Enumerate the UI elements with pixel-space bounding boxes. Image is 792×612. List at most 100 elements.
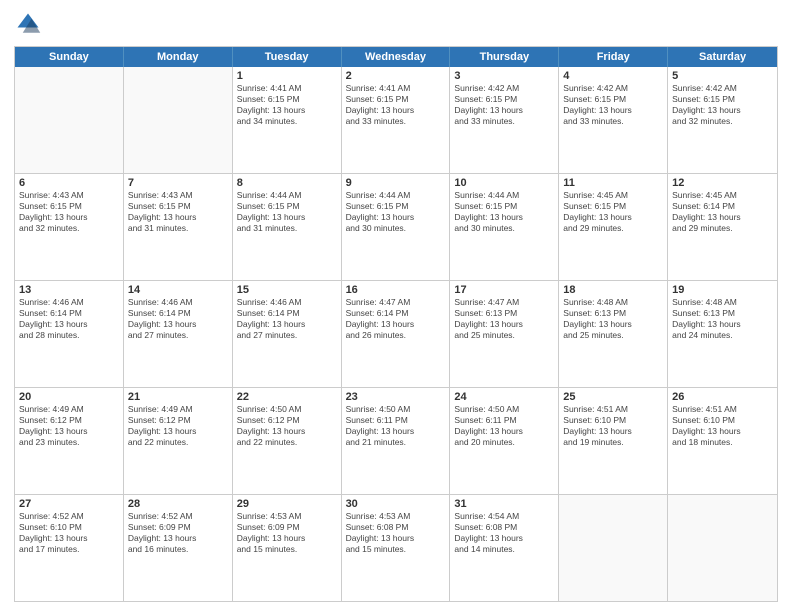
cell-info: Sunrise: 4:42 AM Sunset: 6:15 PM Dayligh… <box>672 83 773 127</box>
calendar-cell: 23Sunrise: 4:50 AM Sunset: 6:11 PM Dayli… <box>342 388 451 494</box>
calendar-cell: 12Sunrise: 4:45 AM Sunset: 6:14 PM Dayli… <box>668 174 777 280</box>
day-number: 19 <box>672 284 773 296</box>
day-number: 27 <box>19 498 119 510</box>
weekday-header-wednesday: Wednesday <box>342 47 451 67</box>
cell-info: Sunrise: 4:51 AM Sunset: 6:10 PM Dayligh… <box>563 404 663 448</box>
weekday-header-monday: Monday <box>124 47 233 67</box>
calendar-cell: 25Sunrise: 4:51 AM Sunset: 6:10 PM Dayli… <box>559 388 668 494</box>
day-number: 22 <box>237 391 337 403</box>
cell-info: Sunrise: 4:43 AM Sunset: 6:15 PM Dayligh… <box>19 190 119 234</box>
day-number: 17 <box>454 284 554 296</box>
calendar-cell: 31Sunrise: 4:54 AM Sunset: 6:08 PM Dayli… <box>450 495 559 601</box>
cell-info: Sunrise: 4:45 AM Sunset: 6:15 PM Dayligh… <box>563 190 663 234</box>
calendar-cell: 27Sunrise: 4:52 AM Sunset: 6:10 PM Dayli… <box>15 495 124 601</box>
cell-info: Sunrise: 4:52 AM Sunset: 6:09 PM Dayligh… <box>128 511 228 555</box>
calendar-cell: 24Sunrise: 4:50 AM Sunset: 6:11 PM Dayli… <box>450 388 559 494</box>
cell-info: Sunrise: 4:50 AM Sunset: 6:11 PM Dayligh… <box>454 404 554 448</box>
calendar-cell <box>15 67 124 173</box>
logo <box>14 10 46 38</box>
calendar-row-1: 1 Sunrise: 4:41 AM Sunset: 6:15 PM Daylig… <box>15 67 777 173</box>
calendar-cell: 4Sunrise: 4:42 AM Sunset: 6:15 PM Daylig… <box>559 67 668 173</box>
day-number: 3 <box>454 70 554 82</box>
cell-info: Sunrise: 4:50 AM Sunset: 6:12 PM Dayligh… <box>237 404 337 448</box>
calendar: SundayMondayTuesdayWednesdayThursdayFrid… <box>14 46 778 602</box>
calendar-cell <box>124 67 233 173</box>
calendar-cell: 9Sunrise: 4:44 AM Sunset: 6:15 PM Daylig… <box>342 174 451 280</box>
calendar-cell: 8Sunrise: 4:44 AM Sunset: 6:15 PM Daylig… <box>233 174 342 280</box>
day-number: 8 <box>237 177 337 189</box>
calendar-cell <box>559 495 668 601</box>
weekday-header-thursday: Thursday <box>450 47 559 67</box>
calendar-row-5: 27Sunrise: 4:52 AM Sunset: 6:10 PM Dayli… <box>15 494 777 601</box>
cell-info: Sunrise: 4:53 AM Sunset: 6:09 PM Dayligh… <box>237 511 337 555</box>
cell-info: Sunrise: 4:44 AM Sunset: 6:15 PM Dayligh… <box>237 190 337 234</box>
calendar-cell: 3Sunrise: 4:42 AM Sunset: 6:15 PM Daylig… <box>450 67 559 173</box>
calendar-cell: 14Sunrise: 4:46 AM Sunset: 6:14 PM Dayli… <box>124 281 233 387</box>
cell-info: Sunrise: 4:53 AM Sunset: 6:08 PM Dayligh… <box>346 511 446 555</box>
cell-info: Sunrise: 4:52 AM Sunset: 6:10 PM Dayligh… <box>19 511 119 555</box>
weekday-header-tuesday: Tuesday <box>233 47 342 67</box>
calendar-cell: 29Sunrise: 4:53 AM Sunset: 6:09 PM Dayli… <box>233 495 342 601</box>
calendar-cell: 10Sunrise: 4:44 AM Sunset: 6:15 PM Dayli… <box>450 174 559 280</box>
calendar-cell: 21Sunrise: 4:49 AM Sunset: 6:12 PM Dayli… <box>124 388 233 494</box>
day-number: 26 <box>672 391 773 403</box>
day-number: 25 <box>563 391 663 403</box>
calendar-cell: 19Sunrise: 4:48 AM Sunset: 6:13 PM Dayli… <box>668 281 777 387</box>
calendar-cell: 16Sunrise: 4:47 AM Sunset: 6:14 PM Dayli… <box>342 281 451 387</box>
header <box>14 10 778 38</box>
calendar-row-3: 13Sunrise: 4:46 AM Sunset: 6:14 PM Dayli… <box>15 280 777 387</box>
calendar-cell: 26Sunrise: 4:51 AM Sunset: 6:10 PM Dayli… <box>668 388 777 494</box>
day-number: 2 <box>346 70 446 82</box>
day-number: 12 <box>672 177 773 189</box>
day-number: 15 <box>237 284 337 296</box>
cell-info: Sunrise: 4:46 AM Sunset: 6:14 PM Dayligh… <box>19 297 119 341</box>
cell-info: Sunrise: 4:45 AM Sunset: 6:14 PM Dayligh… <box>672 190 773 234</box>
cell-info: Sunrise: 4:41 AM Sunset: 6:15 PM Dayligh… <box>346 83 446 127</box>
cell-info: Sunrise: 4:44 AM Sunset: 6:15 PM Dayligh… <box>454 190 554 234</box>
day-number: 18 <box>563 284 663 296</box>
cell-info: Sunrise: 4:47 AM Sunset: 6:13 PM Dayligh… <box>454 297 554 341</box>
weekday-header-sunday: Sunday <box>15 47 124 67</box>
day-number: 21 <box>128 391 228 403</box>
day-number: 9 <box>346 177 446 189</box>
day-number: 30 <box>346 498 446 510</box>
calendar-cell: 1Sunrise: 4:41 AM Sunset: 6:15 PM Daylig… <box>233 67 342 173</box>
cell-info: Sunrise: 4:46 AM Sunset: 6:14 PM Dayligh… <box>237 297 337 341</box>
cell-info: Sunrise: 4:54 AM Sunset: 6:08 PM Dayligh… <box>454 511 554 555</box>
calendar-cell: 15Sunrise: 4:46 AM Sunset: 6:14 PM Dayli… <box>233 281 342 387</box>
calendar-cell: 18Sunrise: 4:48 AM Sunset: 6:13 PM Dayli… <box>559 281 668 387</box>
calendar-cell: 2Sunrise: 4:41 AM Sunset: 6:15 PM Daylig… <box>342 67 451 173</box>
cell-info: Sunrise: 4:46 AM Sunset: 6:14 PM Dayligh… <box>128 297 228 341</box>
cell-info: Sunrise: 4:48 AM Sunset: 6:13 PM Dayligh… <box>563 297 663 341</box>
calendar-cell: 28Sunrise: 4:52 AM Sunset: 6:09 PM Dayli… <box>124 495 233 601</box>
cell-info: Sunrise: 4:44 AM Sunset: 6:15 PM Dayligh… <box>346 190 446 234</box>
cell-info: Sunrise: 4:42 AM Sunset: 6:15 PM Dayligh… <box>563 83 663 127</box>
calendar-cell: 7Sunrise: 4:43 AM Sunset: 6:15 PM Daylig… <box>124 174 233 280</box>
day-number: 5 <box>672 70 773 82</box>
weekday-header-saturday: Saturday <box>668 47 777 67</box>
day-number: 29 <box>237 498 337 510</box>
page: SundayMondayTuesdayWednesdayThursdayFrid… <box>0 0 792 612</box>
day-number: 13 <box>19 284 119 296</box>
calendar-row-4: 20Sunrise: 4:49 AM Sunset: 6:12 PM Dayli… <box>15 387 777 494</box>
calendar-cell: 30Sunrise: 4:53 AM Sunset: 6:08 PM Dayli… <box>342 495 451 601</box>
calendar-cell: 17Sunrise: 4:47 AM Sunset: 6:13 PM Dayli… <box>450 281 559 387</box>
day-number: 11 <box>563 177 663 189</box>
day-number: 31 <box>454 498 554 510</box>
calendar-cell: 5Sunrise: 4:42 AM Sunset: 6:15 PM Daylig… <box>668 67 777 173</box>
calendar-cell <box>668 495 777 601</box>
cell-info: Sunrise: 4:49 AM Sunset: 6:12 PM Dayligh… <box>128 404 228 448</box>
day-number: 23 <box>346 391 446 403</box>
calendar-cell: 13Sunrise: 4:46 AM Sunset: 6:14 PM Dayli… <box>15 281 124 387</box>
cell-info: Sunrise: 4:43 AM Sunset: 6:15 PM Dayligh… <box>128 190 228 234</box>
day-number: 7 <box>128 177 228 189</box>
calendar-header: SundayMondayTuesdayWednesdayThursdayFrid… <box>15 47 777 67</box>
cell-info: Sunrise: 4:47 AM Sunset: 6:14 PM Dayligh… <box>346 297 446 341</box>
day-number: 1 <box>237 70 337 82</box>
cell-info: Sunrise: 4:51 AM Sunset: 6:10 PM Dayligh… <box>672 404 773 448</box>
day-number: 14 <box>128 284 228 296</box>
day-number: 10 <box>454 177 554 189</box>
cell-info: Sunrise: 4:42 AM Sunset: 6:15 PM Dayligh… <box>454 83 554 127</box>
cell-info: Sunrise: 4:50 AM Sunset: 6:11 PM Dayligh… <box>346 404 446 448</box>
day-number: 16 <box>346 284 446 296</box>
